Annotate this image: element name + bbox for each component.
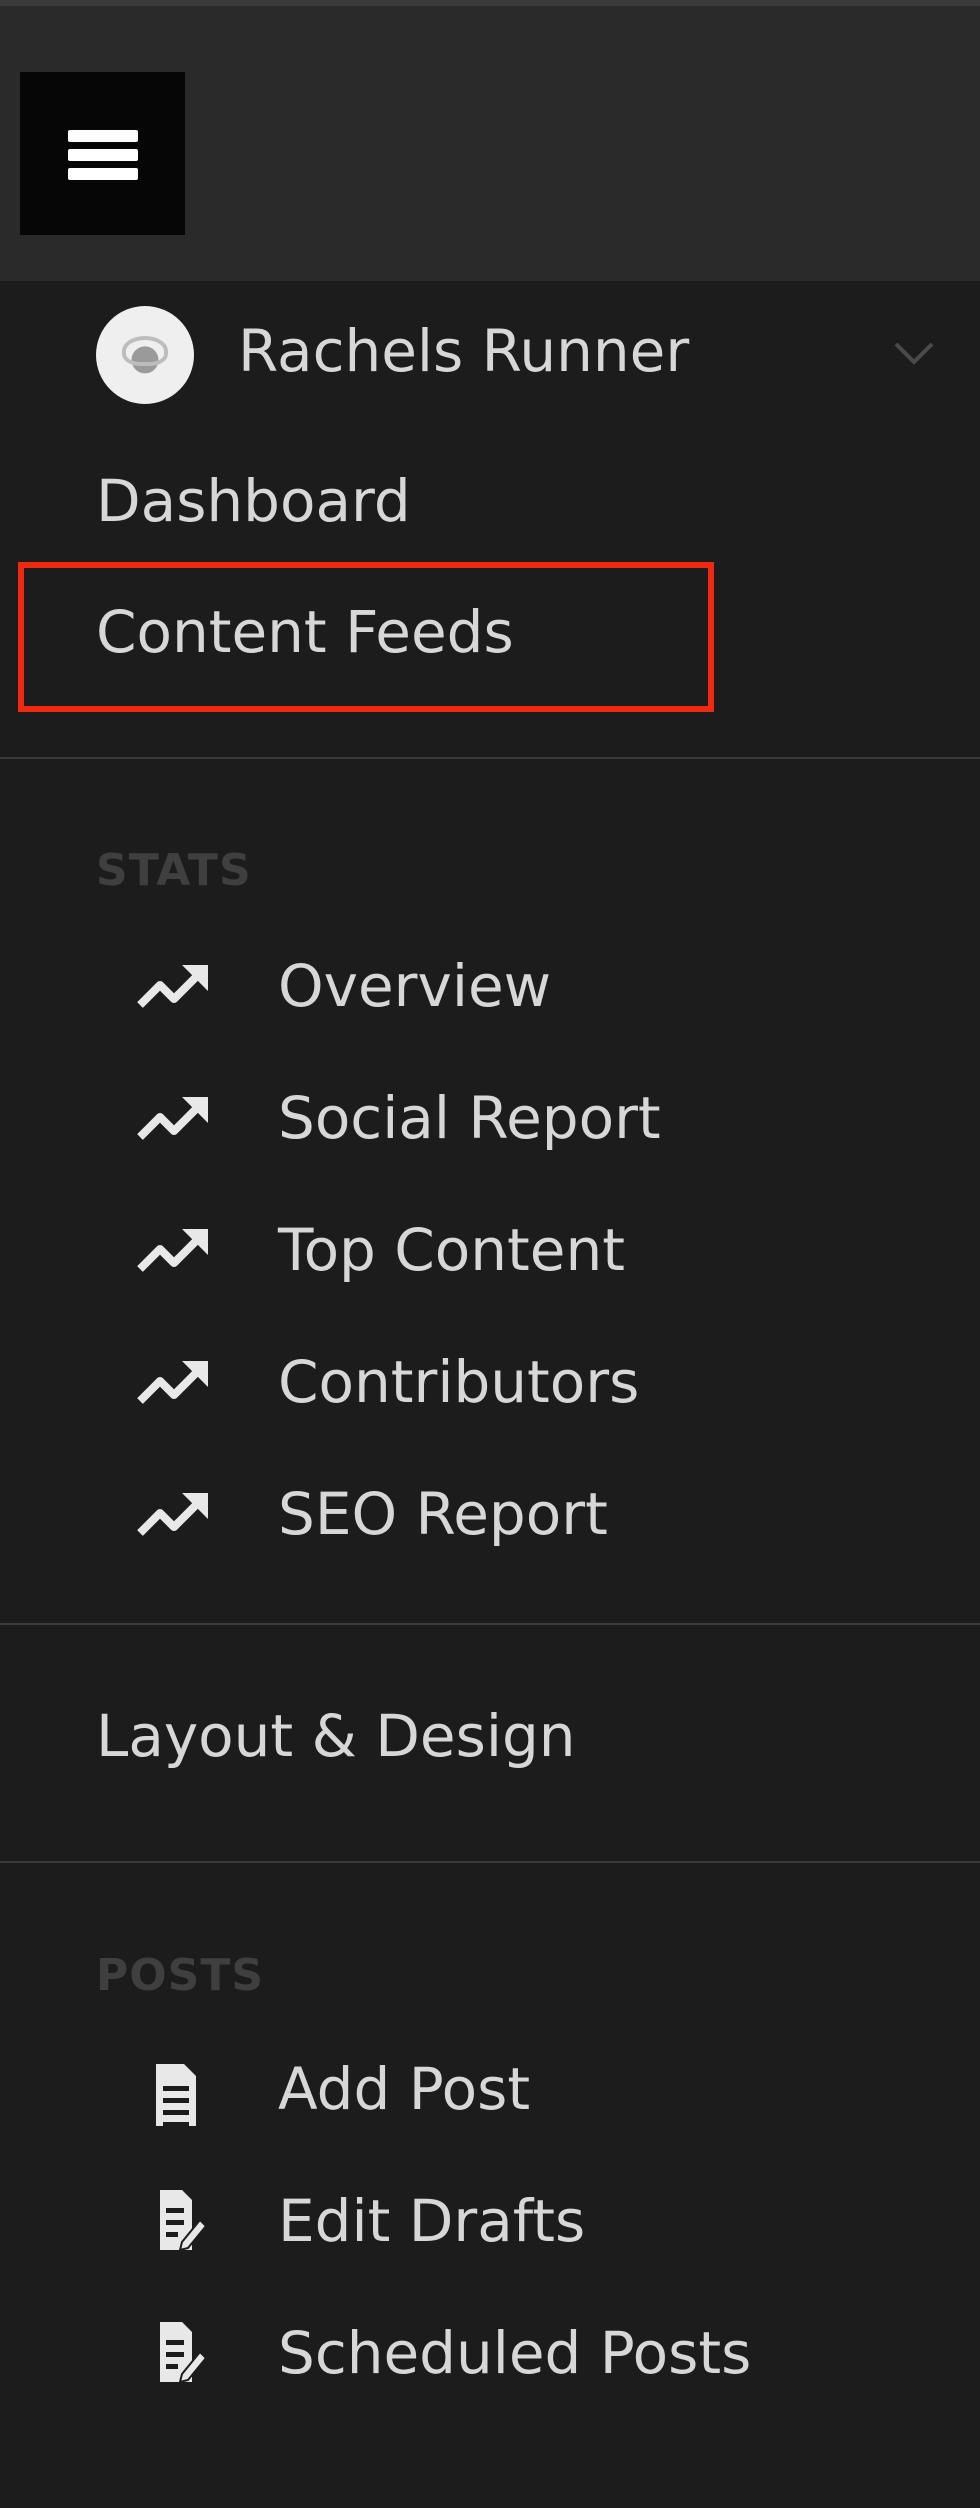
trending-up-icon bbox=[137, 1229, 208, 1272]
hamburger-menu-button[interactable] bbox=[20, 72, 185, 235]
posts-item-scheduled-posts[interactable]: Scheduled Posts bbox=[0, 2304, 980, 2404]
posts-item-edit-drafts[interactable]: Edit Drafts bbox=[0, 2172, 980, 2272]
trending-up-icon bbox=[137, 1097, 208, 1140]
top-bar bbox=[0, 0, 980, 281]
stats-item-label: Overview bbox=[278, 952, 552, 1020]
divider bbox=[0, 1623, 980, 1625]
nav-layout-design[interactable]: Layout & Design bbox=[96, 1701, 576, 1771]
posts-section-title: POSTS bbox=[96, 1950, 265, 2001]
stats-item-social-report[interactable]: Social Report bbox=[0, 1069, 980, 1169]
avatar[interactable] bbox=[96, 306, 194, 404]
stats-section-title: STATS bbox=[96, 845, 252, 896]
posts-item-label: Add Post bbox=[278, 2055, 531, 2123]
document-icon bbox=[156, 2064, 196, 2126]
posts-item-add-post[interactable]: Add Post bbox=[0, 2040, 980, 2140]
trending-up-icon bbox=[137, 1493, 208, 1536]
stats-item-overview[interactable]: Overview bbox=[0, 937, 980, 1037]
stats-item-seo-report[interactable]: SEO Report bbox=[0, 1465, 980, 1565]
account-name[interactable]: Rachels Runner bbox=[238, 316, 689, 386]
trending-up-icon bbox=[137, 1361, 208, 1404]
stats-item-label: Contributors bbox=[278, 1348, 640, 1416]
stats-item-label: SEO Report bbox=[278, 1480, 608, 1548]
edit-document-icon bbox=[160, 2190, 208, 2252]
divider bbox=[0, 1861, 980, 1863]
stats-item-top-content[interactable]: Top Content bbox=[0, 1201, 980, 1301]
chevron-down-icon[interactable] bbox=[892, 330, 936, 374]
stats-item-label: Social Report bbox=[278, 1084, 661, 1152]
posts-item-label: Edit Drafts bbox=[278, 2187, 586, 2255]
highlight-box bbox=[18, 562, 714, 712]
trending-up-icon bbox=[137, 965, 208, 1008]
nav-dashboard[interactable]: Dashboard bbox=[96, 466, 411, 536]
stats-item-label: Top Content bbox=[278, 1216, 625, 1284]
stats-item-contributors[interactable]: Contributors bbox=[0, 1333, 980, 1433]
divider bbox=[0, 757, 980, 759]
edit-document-icon bbox=[160, 2322, 208, 2384]
posts-item-label: Scheduled Posts bbox=[278, 2319, 752, 2387]
